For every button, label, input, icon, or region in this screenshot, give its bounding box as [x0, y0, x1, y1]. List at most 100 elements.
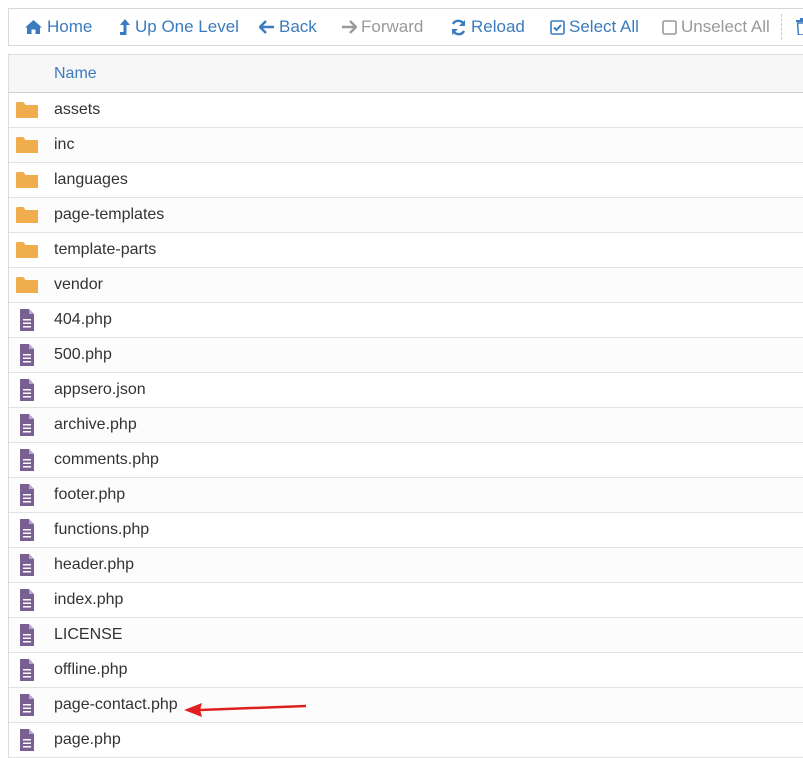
- unselect-all-button[interactable]: Unselect All: [662, 9, 770, 45]
- file-icon-cell: [15, 659, 39, 681]
- checkbox-checked-icon: [550, 19, 565, 35]
- folder-icon-cell: [15, 99, 39, 121]
- table-row[interactable]: inc: [9, 128, 803, 163]
- file-name[interactable]: page.php: [54, 731, 121, 749]
- file-name[interactable]: inc: [54, 136, 74, 154]
- file-icon-cell: [15, 694, 39, 716]
- file-text-icon: [20, 659, 34, 681]
- checkbox-empty-icon: [662, 19, 677, 35]
- forward-button[interactable]: Forward: [341, 9, 423, 45]
- table-row[interactable]: page-contact.php: [9, 688, 803, 723]
- reload-button[interactable]: Reload: [450, 9, 525, 45]
- up-one-level-label: Up One Level: [135, 17, 239, 36]
- trash-button[interactable]: [796, 18, 803, 40]
- folder-icon-cell: [15, 274, 39, 296]
- file-text-icon: [20, 729, 34, 751]
- table-row[interactable]: index.php: [9, 583, 803, 618]
- folder-icon-cell: [15, 239, 39, 261]
- file-text-icon: [20, 519, 34, 541]
- table-row[interactable]: 500.php: [9, 338, 803, 373]
- file-icon-cell: [15, 344, 39, 366]
- arrow-right-icon: [342, 20, 357, 34]
- reload-label: Reload: [471, 17, 525, 36]
- file-icon-cell: [15, 309, 39, 331]
- back-button[interactable]: Back: [259, 9, 317, 45]
- trash-icon: [796, 18, 803, 36]
- file-name[interactable]: offline.php: [54, 661, 128, 679]
- file-name[interactable]: footer.php: [54, 486, 125, 504]
- annotation-arrow-icon: [184, 703, 307, 717]
- home-label: Home: [47, 17, 93, 36]
- table-row[interactable]: vendor: [9, 268, 803, 303]
- file-name[interactable]: functions.php: [54, 521, 149, 539]
- table-body: assets inc languages page-templates template…: [9, 93, 803, 758]
- file-table: Name assets inc languages page-templates tem…: [8, 54, 803, 758]
- file-name[interactable]: template-parts: [54, 241, 156, 259]
- toolbar-divider: [781, 14, 783, 40]
- file-name[interactable]: page-templates: [54, 206, 164, 224]
- table-row[interactable]: page.php: [9, 723, 803, 758]
- file-text-icon: [20, 554, 34, 576]
- refresh-icon: [451, 19, 466, 35]
- file-icon-cell: [15, 589, 39, 611]
- table-row[interactable]: offline.php: [9, 653, 803, 688]
- home-button[interactable]: Home: [24, 9, 92, 45]
- file-icon-cell: [15, 519, 39, 541]
- table-row[interactable]: comments.php: [9, 443, 803, 478]
- file-icon-cell: [15, 379, 39, 401]
- select-all-label: Select All: [569, 17, 639, 36]
- file-icon-cell: [15, 624, 39, 646]
- table-row[interactable]: archive.php: [9, 408, 803, 443]
- table-row[interactable]: appsero.json: [9, 373, 803, 408]
- folder-icon: [16, 172, 38, 188]
- file-text-icon: [20, 414, 34, 436]
- folder-icon: [16, 242, 38, 258]
- file-name[interactable]: archive.php: [54, 416, 137, 434]
- folder-icon: [16, 102, 38, 118]
- back-label: Back: [279, 17, 317, 36]
- file-icon-cell: [15, 414, 39, 436]
- level-up-icon: [120, 19, 130, 35]
- table-row[interactable]: page-templates: [9, 198, 803, 233]
- file-name[interactable]: comments.php: [54, 451, 159, 469]
- folder-icon-cell: [15, 204, 39, 226]
- file-icon-cell: [15, 484, 39, 506]
- file-name[interactable]: header.php: [54, 556, 134, 574]
- file-name[interactable]: languages: [54, 171, 128, 189]
- folder-icon: [16, 207, 38, 223]
- file-name[interactable]: page-contact.php: [54, 696, 178, 714]
- name-column-header[interactable]: Name: [54, 65, 97, 83]
- table-row[interactable]: languages: [9, 163, 803, 198]
- arrow-left-icon: [259, 20, 274, 34]
- file-text-icon: [20, 344, 34, 366]
- file-text-icon: [20, 449, 34, 471]
- file-text-icon: [20, 379, 34, 401]
- file-name[interactable]: assets: [54, 101, 100, 119]
- file-name[interactable]: LICENSE: [54, 626, 122, 644]
- table-row[interactable]: footer.php: [9, 478, 803, 513]
- file-text-icon: [20, 484, 34, 506]
- select-all-button[interactable]: Select All: [550, 9, 639, 45]
- table-row[interactable]: functions.php: [9, 513, 803, 548]
- file-name[interactable]: 500.php: [54, 346, 112, 364]
- table-row[interactable]: 404.php: [9, 303, 803, 338]
- file-name[interactable]: index.php: [54, 591, 123, 609]
- file-icon-cell: [15, 729, 39, 751]
- file-icon-cell: [15, 449, 39, 471]
- table-row[interactable]: template-parts: [9, 233, 803, 268]
- unselect-all-label: Unselect All: [681, 17, 770, 36]
- file-text-icon: [20, 694, 34, 716]
- home-icon: [25, 20, 42, 34]
- table-row[interactable]: assets: [9, 93, 803, 128]
- file-name[interactable]: appsero.json: [54, 381, 146, 399]
- file-name[interactable]: 404.php: [54, 311, 112, 329]
- file-text-icon: [20, 624, 34, 646]
- file-name[interactable]: vendor: [54, 276, 103, 294]
- table-row[interactable]: LICENSE: [9, 618, 803, 653]
- file-icon-cell: [15, 554, 39, 576]
- up-one-level-button[interactable]: Up One Level: [119, 9, 239, 45]
- toolbar: Home Up One Level Back Forward Reload Se…: [8, 8, 803, 46]
- folder-icon: [16, 137, 38, 153]
- table-row[interactable]: header.php: [9, 548, 803, 583]
- table-header: Name: [9, 54, 803, 93]
